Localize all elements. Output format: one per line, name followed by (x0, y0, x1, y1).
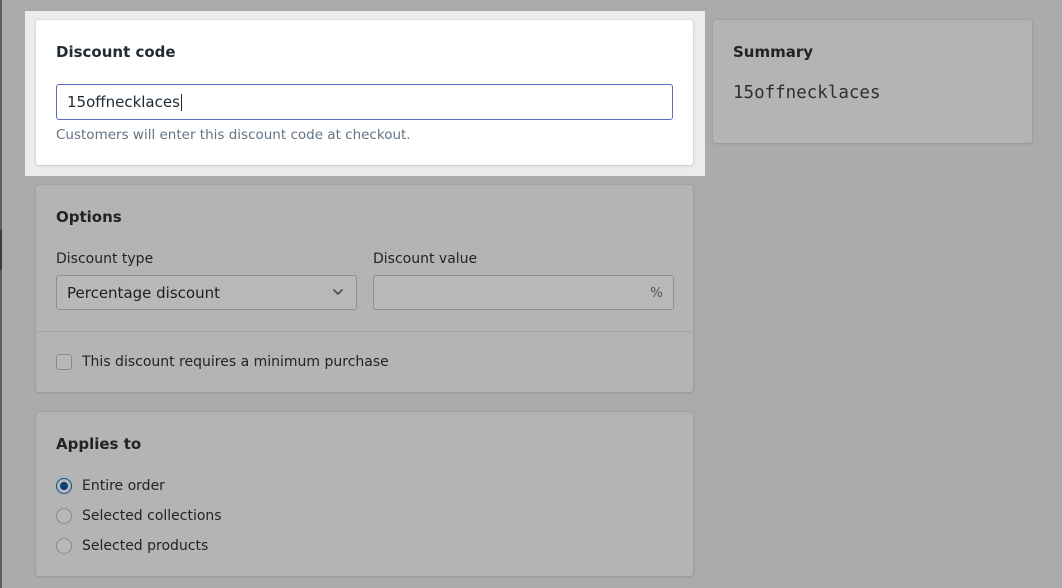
options-divider (36, 331, 693, 332)
minimum-purchase-checkbox[interactable] (56, 354, 72, 370)
discount-type-select[interactable]: Percentage discount (56, 275, 357, 310)
radio-selected-collections-label[interactable]: Selected collections (82, 508, 222, 524)
radio-selected-products[interactable] (56, 538, 72, 554)
radio-entire-order-label[interactable]: Entire order (82, 478, 165, 494)
radio-selected-products-label[interactable]: Selected products (82, 538, 208, 554)
applies-to-card: Applies to Entire order Selected collect… (36, 412, 693, 576)
discount-code-title: Discount code (56, 43, 176, 61)
chevron-down-icon (333, 289, 343, 295)
percent-suffix: % (650, 285, 663, 301)
radio-selected-collections[interactable] (56, 508, 72, 524)
discount-code-input-value: 15offnecklaces (67, 93, 180, 111)
window-edge (0, 0, 2, 588)
summary-code: 15offnecklaces (733, 83, 881, 103)
applies-to-title: Applies to (56, 435, 142, 453)
discount-code-card: Discount code 15offnecklaces Customers w… (36, 20, 693, 165)
text-caret (180, 93, 182, 111)
discount-value-input[interactable]: % (373, 275, 674, 310)
discount-value-label: Discount value (373, 251, 478, 267)
options-title: Options (56, 208, 122, 226)
radio-entire-order[interactable] (56, 478, 72, 494)
discount-code-input[interactable]: 15offnecklaces (56, 84, 673, 120)
discount-code-help-text: Customers will enter this discount code … (56, 127, 411, 143)
options-card: Options Discount type Percentage discoun… (36, 185, 693, 392)
minimum-purchase-label[interactable]: This discount requires a minimum purchas… (82, 354, 389, 370)
window-edge-accent (0, 230, 2, 270)
discount-type-label: Discount type (56, 251, 154, 267)
discount-type-selected: Percentage discount (67, 283, 220, 302)
summary-title: Summary (733, 43, 814, 61)
summary-card: Summary 15offnecklaces (713, 20, 1032, 143)
